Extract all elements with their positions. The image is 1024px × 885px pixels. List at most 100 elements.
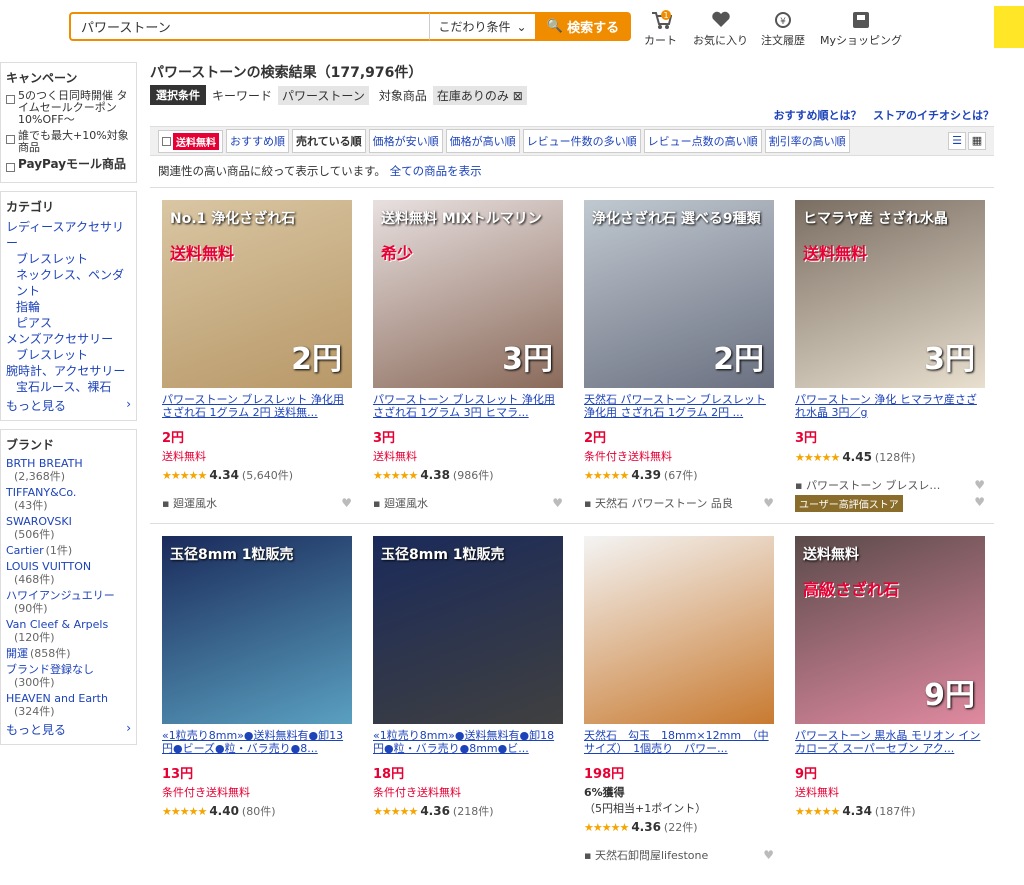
star-icon: ★★★★★	[584, 820, 629, 834]
brand-link[interactable]: ハワイアンジュエリー (90件)	[6, 589, 131, 615]
brand-link[interactable]: Cartier (1件)	[6, 544, 131, 557]
category-link[interactable]: ネックレス、ペンダント	[6, 267, 131, 299]
product-image[interactable]: 浄化さざれ石 選べる9種類 2円	[584, 200, 774, 388]
heart-icon	[693, 10, 748, 30]
store-name[interactable]: ▪ 天然石卸問屋lifestone	[584, 847, 708, 863]
store-name[interactable]: ▪ 廻運風水	[373, 495, 428, 511]
brand-link[interactable]: 開運 (858件)	[6, 647, 131, 660]
search-button[interactable]: 🔍 検索する	[535, 12, 631, 41]
results-main: パワーストーンの検索結果（177,976件） 選択条件 キーワード パワーストー…	[150, 62, 994, 863]
heart-icon[interactable]: ♥	[763, 496, 774, 510]
show-all-link[interactable]: 全ての商品を表示	[390, 164, 482, 178]
history-icon: ¥	[761, 10, 805, 30]
product-name[interactable]: パワーストーン 浄化 ヒマラヤ産さざれ水晶 3円／g	[795, 393, 985, 420]
sort-option[interactable]: 売れている順	[292, 129, 366, 153]
product-name[interactable]: 天然石 勾玉 18mm×12mm （中サイズ） 1個売り パワー...	[584, 729, 774, 756]
category-link[interactable]: ブレスレット	[6, 251, 131, 267]
product-card[interactable]: ヒマラヤ産 さざれ水晶 送料無料 3円パワーストーン 浄化 ヒマラヤ産さざれ水晶 3…	[795, 200, 985, 512]
svg-text:1: 1	[663, 11, 668, 20]
category-link[interactable]: 宝石ルース、裸石	[6, 379, 131, 395]
store-row: ▪ 天然石 パワーストーン 品良 ♥	[584, 495, 774, 511]
brand-link[interactable]: ブランド登録なし (300件)	[6, 663, 131, 689]
heart-icon[interactable]: ♥	[974, 478, 985, 492]
brand-link[interactable]: SWAROVSKI (506件)	[6, 515, 131, 541]
star-icon: ★★★★★	[795, 450, 840, 464]
product-image[interactable]	[584, 536, 774, 724]
heart-icon[interactable]: ♥	[552, 496, 563, 510]
product-price: 13円	[162, 767, 194, 782]
condition-dropdown[interactable]: こだわり条件 ⌄	[429, 12, 535, 41]
product-card[interactable]: 天然石 勾玉 18mm×12mm （中サイズ） 1個売り パワー... 198円 6…	[584, 536, 774, 863]
brand-title: ブランド	[6, 438, 55, 452]
category-link[interactable]: メンズアクセサリー	[6, 331, 131, 347]
help-link[interactable]: おすすめ順とは？	[774, 109, 862, 122]
category-link[interactable]: 腕時計、アクセサリー	[6, 363, 131, 379]
heart-icon[interactable]: ♥	[341, 496, 352, 510]
product-image[interactable]: No.1 浄化さざれ石 送料無料 2円	[162, 200, 352, 388]
heart-icon[interactable]: ♥	[974, 495, 985, 512]
brand-link[interactable]: HEAVEN and Earth (324件)	[6, 692, 131, 718]
product-name[interactable]: パワーストーン ブレスレット 浄化用 さざれ石 1グラム 2円 送料無...	[162, 393, 352, 420]
store-icon: ▪	[584, 497, 592, 510]
category-link[interactable]: 指輪	[6, 299, 131, 315]
store-name[interactable]: ▪ 天然石 パワーストーン 品良	[584, 495, 733, 511]
favorites-link[interactable]: お気に入り	[693, 10, 748, 48]
product-image[interactable]: 送料無料 MIXトルマリン 希少 3円	[373, 200, 563, 388]
category-link[interactable]: レディースアクセサリー	[6, 219, 131, 251]
brand-link[interactable]: Van Cleef & Arpels (120件)	[6, 618, 131, 644]
rating: ★★★★★ 4.38 (986件)	[373, 468, 494, 482]
campaign-checkbox[interactable]: PayPayモール商品	[6, 158, 131, 172]
product-card[interactable]: 玉径8mm 1粒販売 «1粒売り8mm»●送料無料有●卸13円●ビーズ●粒・バラ売…	[162, 536, 352, 819]
product-name[interactable]: «1粒売り8mm»●送料無料有●卸13円●ビーズ●粒・バラ売り●8...	[162, 729, 352, 756]
campaign-checkbox[interactable]: 誰でも最大+10%対象商品	[6, 130, 131, 154]
sort-option[interactable]: 割引率の高い順	[764, 129, 850, 153]
product-card[interactable]: 玉径8mm 1粒販売 «1粒売り8mm»●送料無料有●卸18円●粒・バラ売り●8m…	[373, 536, 563, 819]
brand-link[interactable]: TIFFANY&Co. (43件)	[6, 486, 131, 512]
sort-option[interactable]: 価格が安い順	[368, 129, 443, 153]
keyword-tag[interactable]: パワーストーン	[278, 85, 369, 105]
category-link[interactable]: ピアス	[6, 315, 131, 331]
free-shipping-filter[interactable]: 送料無料	[158, 129, 223, 153]
star-icon: ★★★★★	[373, 804, 418, 818]
side-banner[interactable]	[994, 6, 1024, 48]
category-link[interactable]: ブレスレット	[6, 347, 131, 363]
product-price: 2円	[584, 431, 607, 446]
store-name[interactable]: ▪ パワーストーン ブレスレ…	[795, 477, 940, 493]
list-view-icon[interactable]: ☰	[948, 132, 966, 150]
product-name[interactable]: 天然石 パワーストーン ブレスレット 浄化用 さざれ石 1グラム 2円 ...	[584, 393, 774, 420]
product-image[interactable]: 玉径8mm 1粒販売	[373, 536, 563, 724]
sort-option[interactable]: 価格が高い順	[445, 129, 520, 153]
store-name[interactable]: ▪ 廻運風水	[162, 495, 217, 511]
search-input[interactable]	[69, 12, 429, 41]
target-tag[interactable]: 在庫ありのみ ⊠	[432, 85, 527, 105]
sort-option[interactable]: レビュー件数の多い順	[522, 129, 641, 153]
sort-option[interactable]: おすすめ順	[226, 129, 289, 153]
product-name[interactable]: パワーストーン ブレスレット 浄化用 さざれ石 1グラム 3円 ヒマラ...	[373, 393, 563, 420]
brand-link[interactable]: BRTH BREATH (2,368件)	[6, 457, 131, 483]
campaign-checkbox[interactable]: 5のつく日同時開催 タイムセールクーポン10%OFF〜	[6, 90, 131, 126]
myshopping-link[interactable]: Myショッピング	[820, 10, 902, 48]
cart-link[interactable]: 1 カート	[644, 10, 677, 48]
brand-link[interactable]: LOUIS VUITTON (468件)	[6, 560, 131, 586]
product-card[interactable]: 浄化さざれ石 選べる9種類 2円天然石 パワーストーン ブレスレット 浄化用 さざ…	[584, 200, 774, 511]
product-name[interactable]: パワーストーン 黒水晶 モリオン インカローズ スーパーセブン アク...	[795, 729, 985, 756]
history-link[interactable]: ¥ 注文履歴	[761, 10, 805, 48]
product-image[interactable]: 送料無料 高級さざれ石 9円	[795, 536, 985, 724]
sort-option[interactable]: レビュー点数の高い順	[643, 129, 762, 153]
rating: ★★★★★ 4.40 (80件)	[162, 804, 276, 818]
product-image[interactable]: ヒマラヤ産 さざれ水晶 送料無料 3円	[795, 200, 985, 388]
product-card[interactable]: 送料無料 高級さざれ石 9円パワーストーン 黒水晶 モリオン インカローズ スーパー…	[795, 536, 985, 819]
help-link[interactable]: ストアのイチオシとは？	[873, 109, 994, 122]
shipping-label: 条件付き送料無料	[584, 450, 672, 463]
product-image[interactable]: 玉径8mm 1粒販売	[162, 536, 352, 724]
store-row: ▪ 廻運風水 ♥	[373, 495, 563, 511]
grid-view-icon[interactable]: ▦	[968, 132, 986, 150]
category-more-link[interactable]: もっと見る ›	[6, 397, 131, 414]
product-card[interactable]: No.1 浄化さざれ石 送料無料 2円パワーストーン ブレスレット 浄化用 さざれ石…	[162, 200, 352, 511]
product-name[interactable]: «1粒売り8mm»●送料無料有●卸18円●粒・バラ売り●8mm●ビ...	[373, 729, 563, 756]
brand-more-link[interactable]: もっと見る ›	[6, 721, 131, 738]
product-card[interactable]: 送料無料 MIXトルマリン 希少 3円パワーストーン ブレスレット 浄化用 さざれ石…	[373, 200, 563, 511]
chevron-down-icon: ⌄	[516, 19, 527, 34]
heart-icon[interactable]: ♥	[763, 848, 774, 862]
points-detail[interactable]: （5円相当+1ポイント）	[584, 800, 774, 816]
